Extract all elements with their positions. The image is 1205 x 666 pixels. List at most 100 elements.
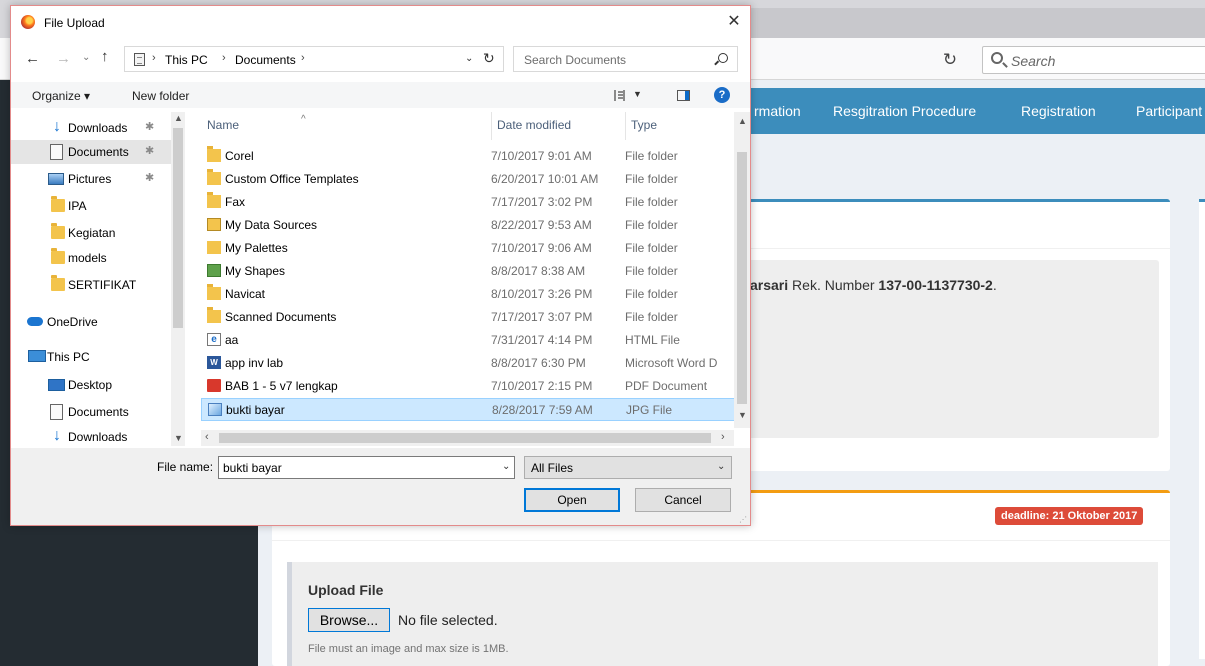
chevron-down-icon[interactable]: ⌄ (465, 53, 473, 64)
file-list-vertical-scrollbar[interactable]: ▲ ▼ (734, 112, 750, 428)
documents-icon (134, 53, 145, 66)
file-name: My Shapes (225, 264, 286, 278)
dialog-titlebar: File Upload ✕ (11, 6, 750, 37)
file-type-select[interactable]: All Files ⌄ (524, 456, 732, 479)
column-header-name[interactable]: Name ^ (207, 114, 306, 132)
pin-icon: ✱ (145, 145, 155, 157)
search-icon (718, 53, 728, 63)
file-rows: Corel 7/10/2017 9:01 AM File folder Custom… (201, 145, 737, 421)
nav-item-sertifikat[interactable]: SERTIFIKAT (11, 273, 171, 297)
word-document-icon: W (207, 356, 221, 369)
breadcrumb-separator[interactable]: › (222, 52, 226, 64)
forward-arrow-icon[interactable]: → (56, 50, 71, 67)
scroll-down-icon[interactable]: ▼ (174, 433, 183, 443)
file-row[interactable]: My Data Sources 8/22/2017 9:53 AM File fol… (201, 214, 737, 237)
scroll-up-icon[interactable]: ▲ (738, 116, 747, 126)
nav-item-desktop[interactable]: Desktop (11, 373, 171, 397)
file-name: Scanned Documents (225, 310, 337, 324)
scroll-left-icon[interactable]: ‹ (205, 431, 209, 443)
nav-link-information[interactable]: rmation (754, 103, 801, 119)
back-arrow-icon[interactable]: ← (25, 50, 40, 67)
scrollbar-thumb[interactable] (737, 152, 747, 404)
file-row[interactable]: Fax 7/17/2017 3:02 PM File folder (201, 191, 737, 214)
file-list-horizontal-scrollbar[interactable]: ‹ › (201, 430, 734, 446)
nav-link-participant[interactable]: Participant (1136, 103, 1202, 119)
breadcrumb-documents[interactable]: Documents (235, 53, 296, 67)
breadcrumb-this-pc[interactable]: This PC (165, 53, 208, 67)
bank-label: Rek. Number (788, 277, 879, 293)
file-row[interactable]: Custom Office Templates 6/20/2017 10:01 A… (201, 168, 737, 191)
nav-item-onedrive[interactable]: OneDrive (11, 310, 171, 334)
column-divider[interactable] (491, 112, 492, 140)
reload-icon[interactable]: ↻ (938, 49, 962, 71)
resize-grip-icon[interactable]: ⋰ (739, 515, 747, 524)
navigation-pane: ↓ Downloads ✱ Documents ✱ Pictures ✱ IPA… (11, 112, 185, 446)
open-button[interactable]: Open (524, 488, 620, 512)
nav-item-label: Pictures (68, 172, 112, 186)
file-type: File folder (625, 149, 678, 163)
nav-link-registration-procedure[interactable]: Resgitration Procedure (833, 103, 976, 119)
nav-item-pictures[interactable]: Pictures ✱ (11, 167, 171, 191)
browser-search-input[interactable]: Search (982, 46, 1205, 74)
file-row[interactable]: Scanned Documents 7/17/2017 3:07 PM File f… (201, 306, 737, 329)
file-date: 8/10/2017 3:26 PM (491, 287, 593, 301)
change-view-icon[interactable] (614, 90, 625, 101)
browse-button[interactable]: Browse... (308, 608, 390, 632)
nav-link-registration[interactable]: Registration (1021, 103, 1096, 119)
cancel-button[interactable]: Cancel (635, 488, 731, 512)
file-row[interactable]: e aa 7/31/2017 4:14 PM HTML File (201, 329, 737, 352)
nav-item-label: Desktop (68, 378, 113, 392)
desktop-icon (48, 379, 65, 391)
pictures-icon (48, 173, 64, 185)
file-date: 7/10/2017 2:15 PM (491, 379, 593, 393)
breadcrumb-separator[interactable]: › (152, 52, 156, 64)
file-row[interactable]: Navicat 8/10/2017 3:26 PM File folder (201, 283, 737, 306)
nav-item-documents[interactable]: Documents ✱ (11, 140, 171, 164)
column-header-date-modified[interactable]: Date modified (497, 118, 571, 132)
scroll-right-icon[interactable]: › (721, 431, 725, 443)
help-icon[interactable]: ? (714, 87, 730, 103)
file-row[interactable]: My Palettes 7/10/2017 9:06 AM File folder (201, 237, 737, 260)
file-name: aa (225, 333, 239, 347)
nav-item-downloads-pc[interactable]: ↓ Downloads (11, 425, 171, 449)
preview-pane-icon[interactable] (677, 90, 690, 101)
file-name: app inv lab (225, 356, 284, 370)
pin-icon: ✱ (145, 121, 155, 133)
browser-search-placeholder: Search (1011, 53, 1056, 69)
nav-pane-scrollbar[interactable]: ▲ ▼ (171, 112, 185, 446)
file-row[interactable]: Corel 7/10/2017 9:01 AM File folder (201, 145, 737, 168)
file-row[interactable]: My Shapes 8/8/2017 8:38 AM File folder (201, 260, 737, 283)
right-panel-edge (1199, 199, 1205, 659)
scroll-down-icon[interactable]: ▼ (738, 410, 747, 420)
documents-icon (50, 144, 63, 160)
recent-locations-chevron-icon[interactable]: ⌄ (82, 52, 90, 63)
address-bar[interactable]: › This PC › Documents › ⌄ ↻ (124, 46, 504, 72)
firefox-icon (21, 15, 35, 29)
file-row[interactable]: Wapp inv lab 8/8/2017 6:30 PM Microsoft Wo… (201, 352, 737, 375)
file-date: 8/8/2017 6:30 PM (491, 356, 586, 370)
file-name: Corel (225, 149, 254, 163)
nav-item-kegiatan[interactable]: Kegiatan (11, 221, 171, 245)
breadcrumb-separator[interactable]: › (301, 52, 305, 64)
nav-item-this-pc[interactable]: This PC (11, 345, 171, 369)
nav-item-models[interactable]: models (11, 246, 171, 270)
refresh-icon[interactable]: ↻ (483, 50, 495, 67)
close-button[interactable]: ✕ (723, 12, 745, 32)
nav-item-documents-pc[interactable]: Documents (11, 400, 171, 424)
new-folder-button[interactable]: New folder (132, 89, 189, 103)
column-header-type[interactable]: Type (631, 118, 657, 132)
file-row[interactable]: BAB 1 - 5 v7 lengkap 7/10/2017 2:15 PM PDF… (201, 375, 737, 398)
scrollbar-thumb[interactable] (173, 128, 183, 328)
search-documents-input[interactable]: Search Documents (513, 46, 738, 72)
file-name-field[interactable]: bukti bayar ⌄ (218, 456, 515, 479)
up-arrow-icon[interactable]: ↑ (101, 48, 109, 65)
chevron-down-icon[interactable]: ▼ (633, 89, 642, 99)
organize-button[interactable]: Organize ▾ (32, 89, 90, 103)
scrollbar-thumb[interactable] (219, 433, 711, 443)
column-divider[interactable] (625, 112, 626, 140)
scroll-up-icon[interactable]: ▲ (174, 113, 183, 123)
file-row-selected[interactable]: bukti bayar 8/28/2017 7:59 AM JPG File (201, 398, 737, 421)
nav-item-downloads[interactable]: ↓ Downloads ✱ (11, 116, 171, 140)
chevron-down-icon[interactable]: ⌄ (502, 461, 510, 472)
nav-item-ipa[interactable]: IPA (11, 194, 171, 218)
